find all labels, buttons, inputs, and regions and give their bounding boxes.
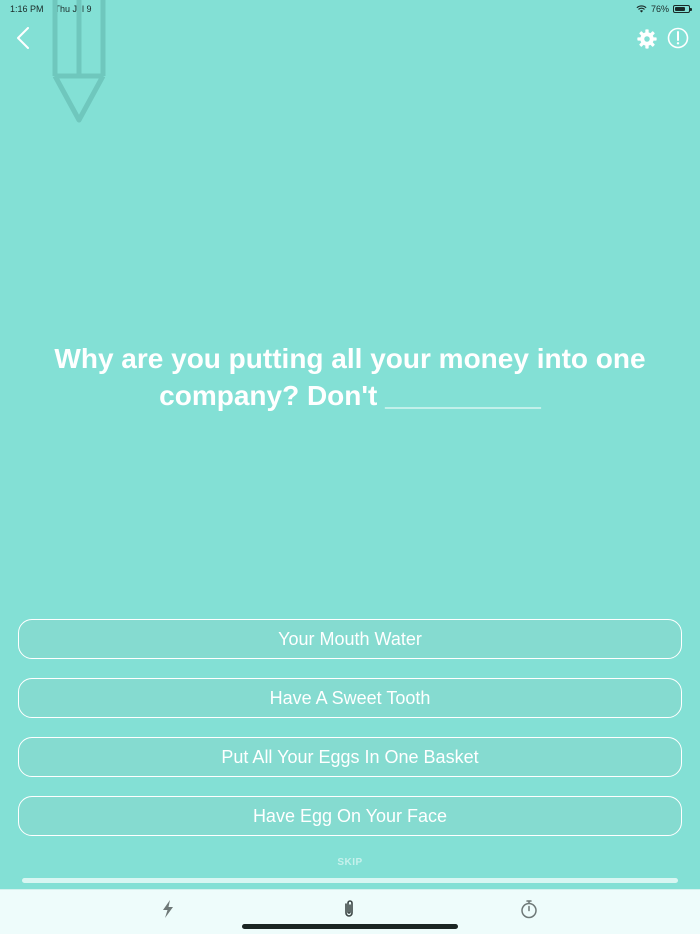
tab-timed[interactable] (518, 898, 540, 920)
answer-list: Your Mouth Water Have A Sweet Tooth Put … (18, 619, 682, 855)
progress-bar (22, 878, 678, 883)
status-time: 1:16 PM (10, 4, 44, 14)
status-right: 76% (636, 4, 692, 14)
battery-percent: 76% (650, 4, 669, 14)
gear-icon (637, 29, 657, 49)
tab-quick-play[interactable] (157, 898, 179, 920)
stopwatch-icon (521, 900, 537, 919)
progress-fill (22, 878, 678, 883)
answer-button[interactable]: Have A Sweet Tooth (18, 678, 682, 718)
paperclip-icon (345, 900, 353, 917)
skip-button[interactable]: SKIP (300, 857, 400, 868)
home-indicator (242, 924, 458, 929)
lightning-icon (163, 900, 173, 918)
pencil-icon (52, 0, 106, 123)
wifi-icon (636, 5, 647, 13)
battery-fill (675, 7, 685, 11)
tab-collection[interactable] (338, 898, 360, 920)
back-button[interactable] (12, 26, 34, 50)
question-text: Why are you putting all your money into … (54, 343, 646, 411)
battery-icon (673, 5, 692, 13)
settings-button[interactable] (636, 28, 658, 50)
answer-button[interactable]: Put All Your Eggs In One Basket (18, 737, 682, 777)
exclamation-circle-icon (667, 27, 689, 49)
report-button[interactable] (667, 27, 689, 49)
chevron-left-icon (17, 27, 29, 49)
answer-button[interactable]: Your Mouth Water (18, 619, 682, 659)
answer-button[interactable]: Have Egg On Your Face (18, 796, 682, 836)
